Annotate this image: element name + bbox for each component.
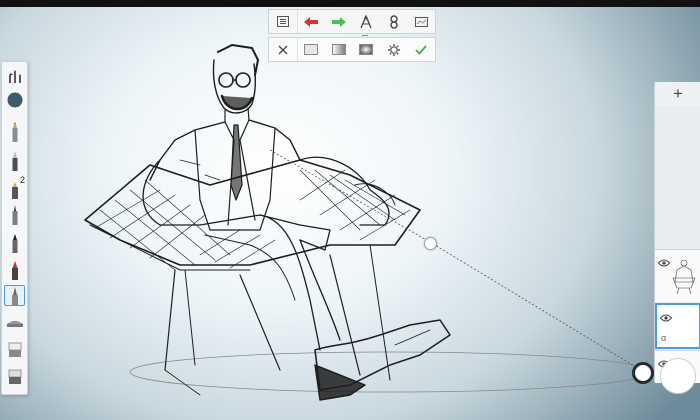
fineliner-icon[interactable] xyxy=(4,204,25,225)
add-layer-button[interactable]: + xyxy=(655,82,700,106)
eraser-icon[interactable] xyxy=(4,339,25,360)
ink-pen-icon[interactable] xyxy=(4,259,25,280)
layer-thumbnail xyxy=(672,259,696,295)
layer-panel: + α xyxy=(654,82,700,383)
pencil-icon[interactable] xyxy=(4,121,25,142)
menu-icon[interactable] xyxy=(269,10,298,33)
active-tool-indicator xyxy=(362,35,368,36)
brush-toolbar: 2 xyxy=(1,61,28,395)
guide-handle[interactable] xyxy=(424,237,437,250)
color-swatch[interactable] xyxy=(4,89,25,110)
main-toolbar-row xyxy=(268,9,436,34)
redo-icon[interactable] xyxy=(325,10,353,33)
undo-icon[interactable] xyxy=(298,10,326,33)
brush-puck[interactable] xyxy=(632,362,654,384)
eye-icon[interactable] xyxy=(659,309,673,327)
top-toolbar xyxy=(268,9,436,63)
blender-icon[interactable] xyxy=(4,366,25,387)
radial-fill-icon[interactable] xyxy=(353,38,381,61)
close-icon[interactable] xyxy=(269,38,298,61)
smudge-icon[interactable] xyxy=(4,312,25,333)
settings-icon[interactable] xyxy=(380,38,408,61)
layer-sketch[interactable] xyxy=(655,249,700,302)
brush-library-icon[interactable] xyxy=(4,66,25,87)
fill-toolbar-row xyxy=(268,37,436,62)
ruler-icon[interactable] xyxy=(353,10,381,33)
drawing-canvas[interactable] xyxy=(0,0,700,420)
color-puck[interactable] xyxy=(660,358,696,394)
confirm-icon[interactable] xyxy=(408,38,436,61)
layer-icon[interactable] xyxy=(408,10,436,33)
marker-icon[interactable]: 2 xyxy=(4,175,25,199)
gradient-fill-icon[interactable] xyxy=(325,38,353,61)
linear-fill-icon[interactable] xyxy=(298,38,326,61)
layer-alpha-label: α xyxy=(661,333,667,343)
fill-pen-icon[interactable] xyxy=(4,232,25,253)
guides-icon[interactable] xyxy=(380,10,408,33)
layer-empty-selected[interactable]: α xyxy=(655,303,700,349)
ballpoint-pen-icon[interactable] xyxy=(4,150,25,171)
marker-variant-badge: 2 xyxy=(19,175,25,185)
airbrush-icon[interactable] xyxy=(4,285,25,306)
